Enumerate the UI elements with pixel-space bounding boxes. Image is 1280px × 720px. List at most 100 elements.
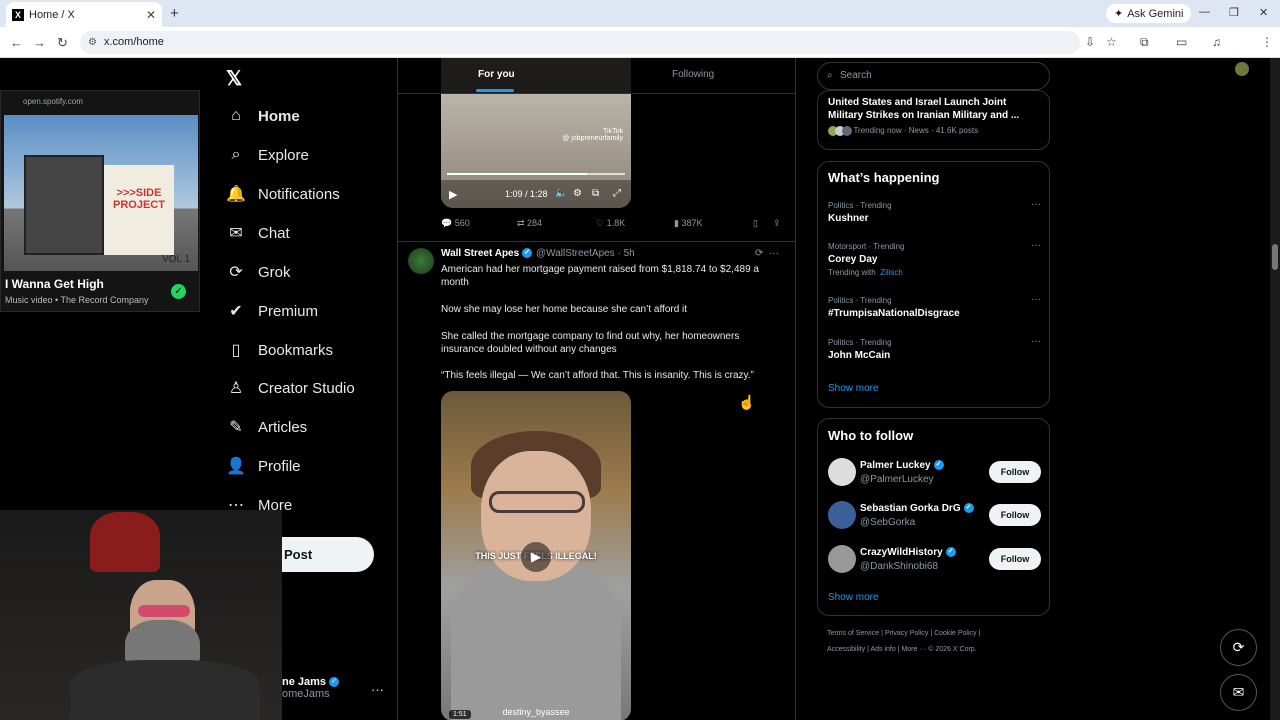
ask-gemini-button[interactable]: ✦ Ask Gemini (1106, 4, 1192, 23)
nav-item-chat[interactable]: ✉ Chat (226, 219, 289, 247)
news-card[interactable]: United States and Israel Launch Joint Mi… (817, 90, 1050, 150)
webcam-hat (90, 512, 160, 572)
reply-button[interactable]: 💬 560 (441, 218, 470, 229)
trend-item[interactable]: Motorsport · Trending Corey Day Trending w… (828, 240, 1041, 277)
views-button[interactable]: ▮ 387K (674, 218, 702, 229)
trend-more-icon[interactable]: ··· (1031, 199, 1041, 210)
follow-avatar[interactable] (828, 545, 856, 573)
nav-item-premium[interactable]: ✔ Premium (226, 297, 318, 325)
tweet-text-1: American had her mortgage payment raised… (441, 264, 759, 288)
tweet-author[interactable]: Wall Street Apes ✓ (441, 248, 533, 259)
close-tab-icon[interactable]: ✕ (146, 8, 156, 22)
restore-icon[interactable]: ❐ (1229, 6, 1239, 19)
trend-with-link[interactable]: Zilisch (880, 268, 903, 277)
url-input[interactable]: ⚙ x.com/home (80, 31, 1080, 54)
play-icon[interactable]: ▶ (449, 188, 457, 201)
install-icon[interactable]: ⇩ (1085, 35, 1095, 49)
nav-item-home[interactable]: ⌂ Home (226, 102, 300, 130)
page-scrollbar[interactable] (1270, 58, 1280, 720)
active-tab-indicator (476, 89, 514, 92)
nav-item-bookmarks[interactable]: ▯ Bookmarks (226, 336, 333, 364)
reload-icon[interactable]: ↻ (57, 35, 68, 51)
nav-item-grok[interactable]: ⟳ Grok (226, 258, 290, 286)
trend-item[interactable]: Politics · Trending John McCain ··· (828, 336, 1041, 361)
gemini-icon: ✦ (1114, 8, 1124, 20)
scrollbar-thumb[interactable] (1272, 244, 1278, 270)
trend-more-icon[interactable]: ··· (1031, 336, 1041, 347)
video-progress-bar[interactable] (447, 173, 625, 175)
nav-item-more[interactable]: ⋯ More (226, 491, 292, 519)
footer-links-1[interactable]: Terms of Service | Privacy Policy | Cook… (827, 630, 980, 637)
nav-item-explore[interactable]: ⌕ Explore (226, 141, 309, 169)
settings-icon[interactable]: ⚙ (573, 188, 582, 199)
sidepanel-icon[interactable]: ▭ (1176, 35, 1187, 49)
menu-icon[interactable]: ⋮ (1261, 35, 1273, 49)
browser-tab[interactable]: X Home / X ✕ (6, 2, 162, 27)
follow-show-more[interactable]: Show more (828, 592, 879, 603)
trend-item[interactable]: Politics · Trending Kushner ··· (828, 199, 1041, 224)
account-switcher[interactable]: ne Jams ✓ omeJams (282, 676, 340, 700)
follow-button[interactable]: Follow (989, 504, 1041, 526)
saved-check-icon[interactable]: ✓ (171, 284, 186, 299)
follow-avatar[interactable] (828, 501, 856, 529)
album-art: >>>SIDE PROJECT VOL 1 (4, 115, 198, 271)
volume-icon[interactable]: 🔈 (555, 188, 567, 199)
extensions-icon[interactable]: ⧉ (1140, 35, 1149, 50)
account-name: ne Jams (282, 676, 327, 688)
fullscreen-icon[interactable]: ⤢ (613, 188, 621, 199)
follow-avatar[interactable] (828, 458, 856, 486)
tweet-avatar[interactable] (408, 248, 434, 274)
close-window-icon[interactable]: ✕ (1259, 6, 1268, 19)
tweet-text-4: “This feels illegal — We can’t afford th… (441, 370, 754, 381)
share-icon[interactable]: ⇪ (773, 218, 781, 229)
spotify-pip-window[interactable]: open.spotify.com >>>SIDE PROJECT VOL 1 I… (0, 90, 200, 312)
media-icon[interactable]: ♫ (1212, 35, 1221, 49)
tweet-handle[interactable]: @WallStreetApes · 5h (536, 248, 635, 259)
grok-fab-icon[interactable]: ⟳ (1220, 629, 1257, 666)
trend-more-icon[interactable]: ··· (1031, 294, 1041, 305)
search-icon: ⌕ (827, 70, 833, 81)
trend-more-icon[interactable]: ··· (1031, 240, 1041, 251)
x-logo-icon[interactable]: 𝕏 (226, 66, 242, 91)
mail-icon: ✉ (229, 225, 243, 242)
star-icon[interactable]: ☆ (1106, 35, 1117, 49)
follow-handle: @SebGorka (860, 517, 916, 528)
reply-count: 560 (454, 218, 470, 228)
post-button[interactable]: Post (282, 537, 374, 572)
back-icon[interactable]: ← (10, 35, 23, 50)
user-icon: 👤 (226, 458, 246, 475)
messages-fab-icon[interactable]: ✉ (1220, 674, 1257, 711)
play-video-icon[interactable]: ▶ (521, 542, 551, 572)
nav-item-creator-studio[interactable]: ♙ Creator Studio (226, 374, 355, 402)
nav-item-articles[interactable]: ✎ Articles (226, 413, 307, 441)
tab-for-you[interactable]: For you (478, 69, 515, 80)
trend-item[interactable]: Politics · Trending #TrumpisaNationalDisg… (828, 294, 1041, 319)
pip-icon[interactable]: ⧉ (592, 188, 599, 199)
account-more-icon[interactable]: ··· (371, 682, 384, 697)
news-avatar (842, 126, 852, 136)
repost-button[interactable]: ⇄ 284 (517, 218, 542, 229)
tab-following[interactable]: Following (672, 69, 714, 80)
whats-happening-card: What’s happening Politics · Trending Kush… (817, 161, 1050, 408)
like-button[interactable]: ♡ 1.8K (596, 218, 625, 229)
site-info-icon[interactable]: ⚙ (88, 31, 97, 54)
follow-button[interactable]: Follow (989, 461, 1041, 483)
trends-show-more[interactable]: Show more (828, 383, 879, 394)
bookmark-icon[interactable]: ▯ (753, 218, 758, 229)
nav-item-notifications[interactable]: 🔔 Notifications (226, 180, 340, 208)
minimize-icon[interactable]: — (1199, 6, 1210, 18)
follow-name-text: Sebastian Gorka DrG (860, 503, 961, 514)
follow-button[interactable]: Follow (989, 548, 1041, 570)
tweet-video[interactable]: THIS JUST FEELS ILLEGAL! ▶ 1:51 destiny_… (441, 391, 631, 720)
follow-suggestion[interactable]: Sebastian Gorka DrG ✓ @SebGorka Follow (828, 501, 1041, 535)
more-icon[interactable]: ··· (769, 248, 779, 259)
forward-icon[interactable]: → (33, 35, 46, 50)
search-input[interactable]: ⌕ Search (817, 62, 1050, 90)
profile-avatar-icon[interactable] (1235, 62, 1249, 76)
follow-suggestion[interactable]: CrazyWildHistory ✓ @DankShinobi68 Follow (828, 545, 1041, 579)
new-tab-icon[interactable]: + (170, 5, 179, 22)
grok-icon[interactable]: ⟳ (755, 248, 763, 259)
nav-item-profile[interactable]: 👤 Profile (226, 452, 301, 480)
footer-links-2[interactable]: Accessibility | Ads info | More ··· © 20… (827, 646, 977, 653)
follow-suggestion[interactable]: Palmer Luckey ✓ @PalmerLuckey Follow (828, 458, 1041, 492)
